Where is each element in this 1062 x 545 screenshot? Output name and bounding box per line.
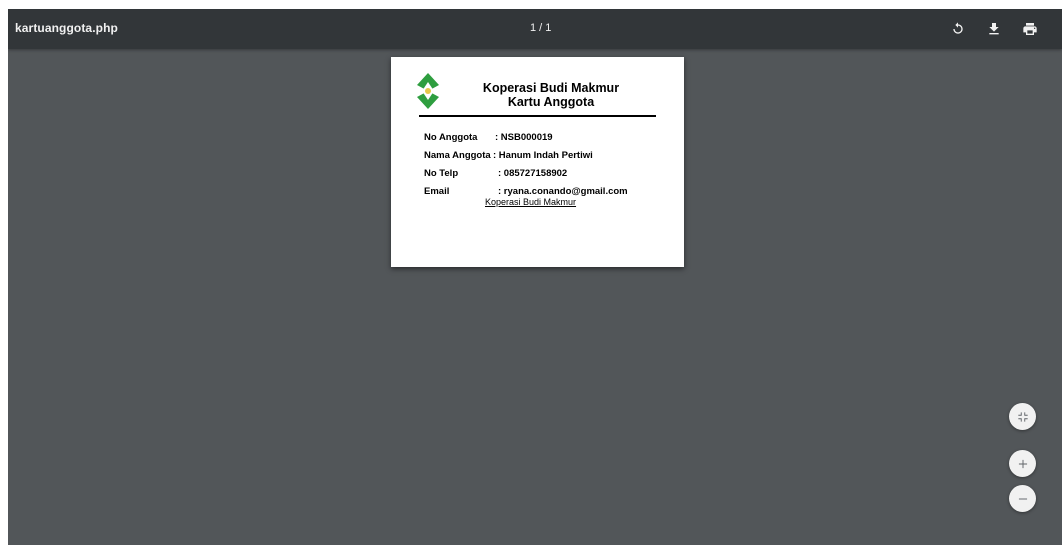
footer-link[interactable]: Koperasi Budi Makmur [485, 197, 576, 207]
pdf-viewer: kartuanggota.php 1 / 1 Koperasi Budi Mak… [8, 9, 1062, 545]
fit-to-page-icon [1017, 411, 1028, 422]
document-filename: kartuanggota.php [15, 21, 118, 35]
field-label: Email [424, 186, 450, 197]
viewer-toolbar: kartuanggota.php 1 / 1 [8, 9, 1062, 49]
pdf-page: Koperasi Budi Makmur Kartu Anggota No An… [391, 57, 684, 267]
rotate-icon [953, 22, 963, 34]
fit-to-page-button[interactable] [1009, 403, 1036, 430]
page-indicator: 1 / 1 [530, 22, 552, 34]
card-header: Koperasi Budi Makmur Kartu Anggota [461, 81, 641, 109]
print-button[interactable] [1019, 18, 1041, 40]
field-value: : Hanum Indah Pertiwi [493, 150, 593, 161]
field-value: : NSB000019 [495, 132, 553, 143]
zoom-in-button[interactable] [1009, 450, 1036, 477]
org-name: Koperasi Budi Makmur [482, 81, 620, 95]
print-icon [1023, 23, 1037, 35]
field-label: No Anggota [424, 132, 478, 143]
field-label: No Telp [424, 168, 459, 179]
rotate-button[interactable] [947, 18, 969, 40]
download-button[interactable] [983, 18, 1005, 40]
field-label: Nama Anggota [424, 150, 491, 161]
plus-icon [1018, 459, 1027, 468]
card-title: Kartu Anggota [507, 95, 595, 109]
field-value: : 085727158902 [498, 168, 568, 179]
field-value: : ryana.conando@gmail.com [498, 186, 628, 197]
download-icon [989, 23, 999, 35]
zoom-out-button[interactable] [1009, 485, 1036, 512]
koperasi-logo [417, 73, 439, 109]
header-divider [419, 115, 656, 117]
minus-icon [1018, 498, 1027, 499]
